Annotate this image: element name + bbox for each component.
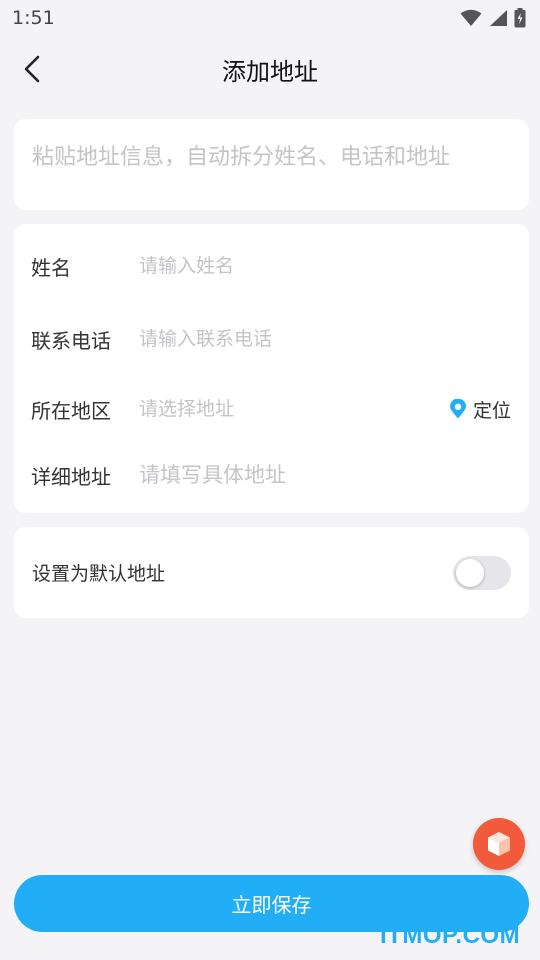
paste-address-input[interactable] [32, 145, 511, 170]
paste-address-card [14, 119, 529, 210]
phone-input[interactable] [139, 328, 419, 350]
phone-row: 联系电话 [14, 311, 529, 367]
name-label: 姓名 [31, 255, 71, 280]
default-address-label: 设置为默认地址 [32, 563, 166, 585]
phone-label: 联系电话 [31, 328, 111, 353]
default-address-toggle[interactable] [453, 555, 511, 590]
floating-cube-button[interactable] [473, 818, 525, 870]
wifi-icon [460, 9, 482, 26]
detail-address-input[interactable] [139, 463, 419, 487]
region-select[interactable] [139, 398, 419, 420]
region-row: 所在地区 定位 [14, 381, 529, 437]
watermark-logo: ITMOP.COM [380, 922, 521, 949]
locate-button[interactable]: 定位 [449, 396, 511, 423]
status-time: 1:51 [12, 7, 55, 29]
status-bar: 1:51 [0, 0, 540, 36]
page-title: 添加地址 [222, 57, 318, 86]
status-icons [460, 8, 526, 28]
address-form-card: 姓名 联系电话 所在地区 定位 详细地址 [14, 224, 529, 513]
default-address-card: 设置为默认地址 [14, 527, 529, 618]
detail-row: 详细地址 [14, 447, 529, 503]
signal-icon [490, 10, 507, 26]
nav-bar: 添加地址 [0, 36, 540, 102]
locate-label: 定位 [472, 399, 511, 422]
battery-icon [514, 8, 526, 28]
location-pin-icon [449, 399, 466, 419]
name-input[interactable] [139, 255, 419, 277]
toggle-knob [456, 558, 484, 587]
chevron-left-icon [24, 55, 40, 83]
name-row: 姓名 [14, 238, 529, 294]
region-label: 所在地区 [31, 398, 111, 423]
detail-label: 详细地址 [31, 464, 111, 489]
cube-icon [488, 832, 510, 856]
back-button[interactable] [18, 54, 48, 84]
